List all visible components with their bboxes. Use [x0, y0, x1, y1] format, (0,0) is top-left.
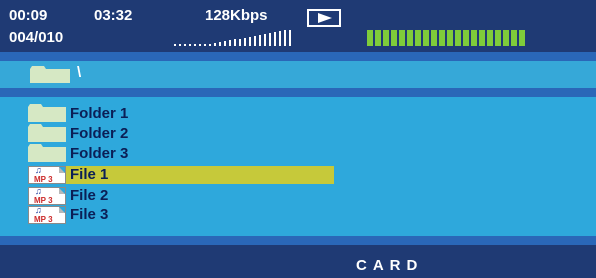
bitrate-tick: [189, 44, 191, 46]
bitrate-tick: [259, 35, 261, 46]
level-meter: [367, 30, 527, 46]
list-item-label: File 3: [70, 206, 109, 223]
file-list: Folder 1 Folder 2 Folder 3 ♫ MP 3 File 1: [0, 97, 596, 236]
current-path: \: [77, 64, 82, 81]
player-screen: 00:09 03:32 128Kbps 004/010 \ Folder 1 F…: [0, 0, 596, 278]
level-segment: [367, 30, 373, 46]
list-item-label: Folder 2: [70, 125, 129, 142]
level-segment: [447, 30, 453, 46]
track-counter: 004/010: [9, 29, 64, 46]
level-segment: [415, 30, 421, 46]
list-item-file-2[interactable]: ♫ MP 3 File 2: [28, 186, 338, 206]
list-item-file-3[interactable]: ♫ MP 3 File 3: [28, 205, 338, 225]
level-segment: [487, 30, 493, 46]
level-segment: [455, 30, 461, 46]
bitrate-tick: [204, 44, 206, 46]
bitrate-tick: [199, 44, 201, 46]
bitrate-tick: [289, 30, 291, 46]
folder-icon: [30, 66, 70, 83]
list-item-label: Folder 3: [70, 145, 129, 162]
bitrate-readout: 128Kbps: [205, 7, 268, 24]
level-segment: [479, 30, 485, 46]
bitrate-tick: [279, 31, 281, 46]
bitrate-tick: [274, 32, 276, 46]
level-segment: [391, 30, 397, 46]
separator-stripe: [0, 88, 596, 97]
bitrate-tick: [209, 44, 211, 46]
list-item-label: File 2: [70, 187, 109, 204]
bitrate-tick: [179, 44, 181, 46]
path-bar: \: [0, 61, 596, 88]
mp3-file-icon: ♫ MP 3: [28, 206, 66, 224]
level-segment: [503, 30, 509, 46]
folder-icon: [28, 144, 66, 162]
play-icon: [318, 13, 332, 23]
bitrate-tick: [239, 39, 241, 46]
bitrate-tick: [249, 37, 251, 46]
level-segment: [375, 30, 381, 46]
bitrate-tick: [234, 39, 236, 46]
level-segment: [511, 30, 517, 46]
level-segment: [495, 30, 501, 46]
play-state-indicator: [307, 9, 341, 27]
total-time: 03:32: [94, 7, 133, 24]
bitrate-tick: [174, 44, 176, 46]
separator-stripe: [0, 236, 596, 245]
list-item-folder-1[interactable]: Folder 1: [28, 104, 338, 124]
bitrate-tick: [229, 40, 231, 46]
mp3-file-icon: ♫ MP 3: [28, 166, 66, 184]
source-bar: CARD: [0, 245, 596, 278]
list-item-label: File 1: [70, 166, 109, 183]
list-item-folder-2[interactable]: Folder 2: [28, 124, 338, 144]
elapsed-time: 00:09: [9, 7, 48, 24]
level-segment: [519, 30, 525, 46]
bitrate-tick: [219, 42, 221, 46]
level-segment: [463, 30, 469, 46]
level-segment: [407, 30, 413, 46]
list-item-folder-3[interactable]: Folder 3: [28, 144, 338, 164]
level-segment: [439, 30, 445, 46]
bitrate-tick: [224, 41, 226, 46]
bitrate-tick: [184, 44, 186, 46]
level-segment: [431, 30, 437, 46]
bitrate-meter: [174, 28, 302, 48]
bitrate-tick: [264, 34, 266, 46]
level-segment: [471, 30, 477, 46]
folder-icon: [28, 104, 66, 122]
level-segment: [423, 30, 429, 46]
level-segment: [383, 30, 389, 46]
folder-icon: [28, 124, 66, 142]
source-device-label: CARD: [356, 257, 424, 274]
bitrate-tick: [269, 33, 271, 46]
list-item-label: Folder 1: [70, 105, 129, 122]
status-bar: 00:09 03:32 128Kbps 004/010: [0, 0, 596, 52]
separator-stripe: [0, 52, 596, 61]
level-segment: [399, 30, 405, 46]
bitrate-tick: [284, 30, 286, 46]
bitrate-tick: [254, 36, 256, 46]
bitrate-tick: [214, 43, 216, 46]
list-item-file-1[interactable]: ♫ MP 3 File 1: [28, 165, 338, 185]
mp3-file-icon: ♫ MP 3: [28, 187, 66, 205]
bitrate-tick: [244, 38, 246, 46]
bitrate-tick: [194, 44, 196, 46]
